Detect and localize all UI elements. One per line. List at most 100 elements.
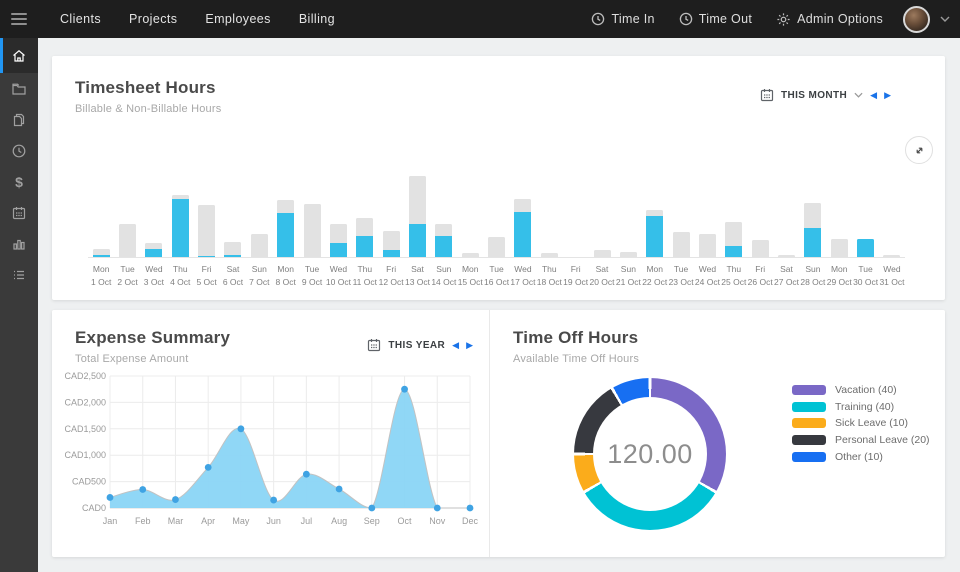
top-navbar: Clients Projects Employees Billing Time … <box>0 0 960 38</box>
bar-day-8-oct <box>273 157 299 257</box>
bar-label: Tue30 Oct <box>852 263 878 288</box>
bar-label: Tue23 Oct <box>668 263 694 288</box>
bar-day-7-oct <box>246 157 272 257</box>
admin-options-label: Admin Options <box>797 12 883 26</box>
non-billable-segment <box>778 255 795 257</box>
bar-day-11-oct <box>352 157 378 257</box>
legend-swatch <box>792 385 826 395</box>
legend-item: Other (10) <box>792 448 930 465</box>
bar-label: Mon15 Oct <box>457 263 483 288</box>
bar-label: Sat20 Oct <box>589 263 615 288</box>
non-billable-segment <box>804 203 821 228</box>
expand-button[interactable] <box>905 136 933 164</box>
bar-day-1-oct <box>88 157 114 257</box>
svg-text:Feb: Feb <box>135 516 151 526</box>
billable-segment <box>857 239 874 257</box>
bar-label: Sun14 Oct <box>431 263 457 288</box>
chevron-down-icon[interactable] <box>854 92 863 98</box>
legend-label: Personal Leave (20) <box>835 434 930 446</box>
sidebar-item-projects[interactable] <box>0 73 38 104</box>
bar-day-20-oct <box>589 157 615 257</box>
menu-hamburger-icon[interactable] <box>0 13 38 25</box>
nav-item-employees[interactable]: Employees <box>191 12 284 26</box>
billable-segment <box>514 212 531 257</box>
non-billable-segment <box>330 224 347 243</box>
billable-segment <box>804 228 821 257</box>
bar-day-15-oct <box>457 157 483 257</box>
clock-icon <box>679 12 693 26</box>
user-avatar[interactable] <box>903 6 930 33</box>
bar-label: Tue16 Oct <box>483 263 509 288</box>
home-icon <box>11 48 27 64</box>
sidebar-item-documents[interactable] <box>0 104 38 135</box>
folder-icon <box>11 81 27 97</box>
sidebar-item-reports[interactable] <box>0 228 38 259</box>
billable-segment <box>198 256 215 257</box>
svg-text:CAD0: CAD0 <box>82 503 106 513</box>
sidebar-item-home[interactable] <box>0 38 38 73</box>
calendar-icon <box>11 205 27 221</box>
bar-day-14-oct <box>431 157 457 257</box>
non-billable-segment <box>725 222 742 246</box>
chevron-down-icon[interactable] <box>940 16 950 22</box>
bar-label: Thu11 Oct <box>352 263 378 288</box>
bar-day-10-oct <box>325 157 351 257</box>
bar-label: Sat6 Oct <box>220 263 246 288</box>
expense-area-chart: CAD0CAD500CAD1,000CAD1,500CAD2,000CAD2,5… <box>60 366 484 548</box>
sidebar: $ <box>0 38 38 572</box>
billable-segment <box>646 216 663 257</box>
next-period-button[interactable]: ▶ <box>466 341 473 350</box>
nav-item-clients[interactable]: Clients <box>46 12 115 26</box>
billable-segment <box>330 243 347 257</box>
donut-legend: Vacation (40)Training (40)Sick Leave (10… <box>792 382 930 465</box>
bar-day-5-oct <box>193 157 219 257</box>
sidebar-item-time[interactable] <box>0 135 38 166</box>
timesheet-range-control: THIS MONTH ◀ ▶ <box>760 88 891 102</box>
bar-label: Thu25 Oct <box>721 263 747 288</box>
bar-label: Mon8 Oct <box>273 263 299 288</box>
billable-segment <box>93 255 110 257</box>
time-out-button[interactable]: Time Out <box>669 12 762 26</box>
timesheet-bar-chart: Mon1 OctTue2 OctWed3 OctThu4 OctFri5 Oct… <box>88 157 905 288</box>
calendar-icon <box>367 338 381 352</box>
svg-text:Aug: Aug <box>331 516 347 526</box>
billable-segment <box>383 250 400 257</box>
bar-day-3-oct <box>141 157 167 257</box>
bar-day-13-oct <box>404 157 430 257</box>
bar-day-16-oct <box>483 157 509 257</box>
bar-label: Sat27 Oct <box>773 263 799 288</box>
non-billable-segment <box>435 224 452 236</box>
bar-day-31-oct <box>879 157 905 257</box>
bar-day-22-oct <box>642 157 668 257</box>
non-billable-segment <box>198 205 215 256</box>
timesheet-subtitle: Billable & Non-Billable Hours <box>75 103 221 115</box>
bar-label: Wed24 Oct <box>694 263 720 288</box>
svg-text:CAD1,000: CAD1,000 <box>64 450 106 460</box>
billable-segment <box>145 249 162 257</box>
admin-options-button[interactable]: Admin Options <box>766 12 893 27</box>
next-period-button[interactable]: ▶ <box>884 91 891 100</box>
bar-label: Sun21 Oct <box>615 263 641 288</box>
bar-day-21-oct <box>615 157 641 257</box>
prev-period-button[interactable]: ◀ <box>870 91 877 100</box>
bar-label: Fri19 Oct <box>562 263 588 288</box>
legend-label: Vacation (40) <box>835 384 897 396</box>
time-in-button[interactable]: Time In <box>581 12 664 26</box>
nav-item-billing[interactable]: Billing <box>285 12 349 26</box>
range-selector[interactable]: THIS YEAR <box>388 340 445 351</box>
bar-label: Mon29 Oct <box>826 263 852 288</box>
bar-day-26-oct <box>747 157 773 257</box>
non-billable-segment <box>409 176 426 224</box>
prev-period-button[interactable]: ◀ <box>452 341 459 350</box>
non-billable-segment <box>673 232 690 257</box>
sidebar-item-billing[interactable]: $ <box>0 166 38 197</box>
nav-item-projects[interactable]: Projects <box>115 12 191 26</box>
svg-text:Jun: Jun <box>266 516 281 526</box>
sidebar-item-list[interactable] <box>0 259 38 290</box>
non-billable-segment <box>277 200 294 213</box>
range-selector[interactable]: THIS MONTH <box>781 90 847 101</box>
expand-icon <box>913 144 926 157</box>
bar-day-24-oct <box>694 157 720 257</box>
non-billable-segment <box>383 231 400 250</box>
sidebar-item-calendar[interactable] <box>0 197 38 228</box>
